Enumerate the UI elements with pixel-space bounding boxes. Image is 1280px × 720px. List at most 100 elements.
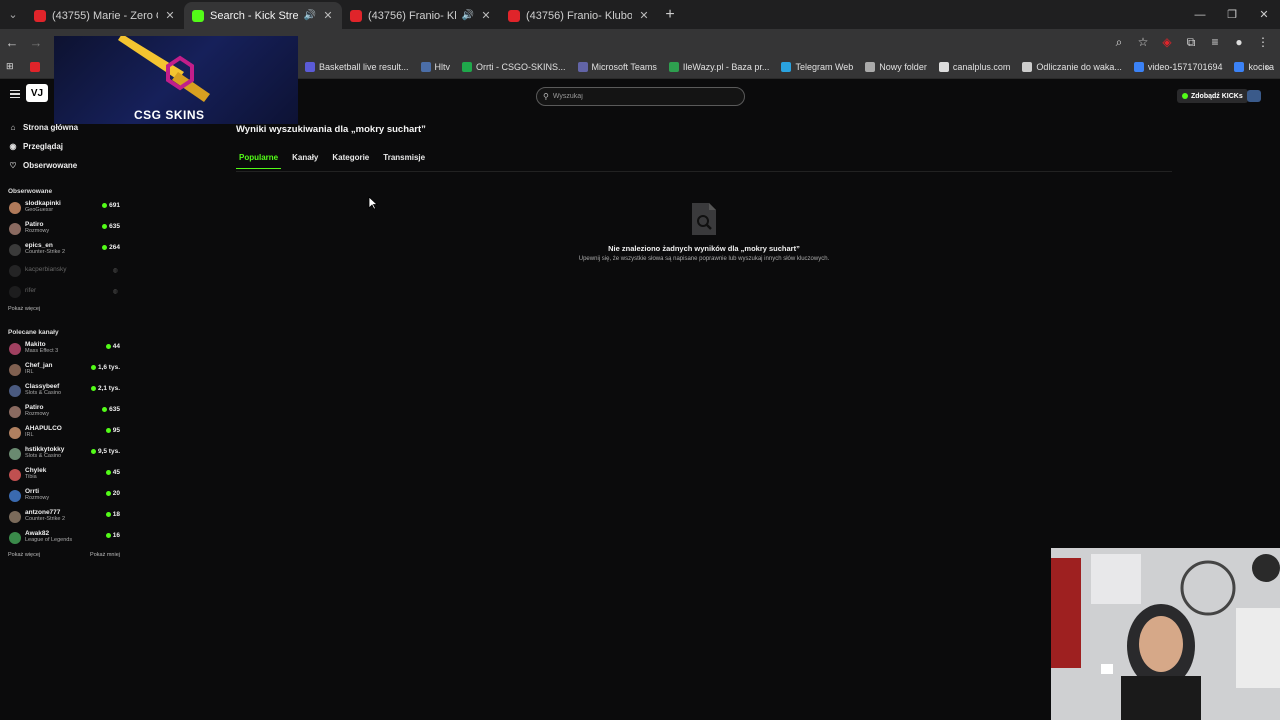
back-arrow-icon[interactable]: ← xyxy=(0,30,24,54)
viewer-count-value: 18 xyxy=(112,511,120,518)
live-dot-icon xyxy=(105,344,111,349)
channel-avatar xyxy=(9,531,21,544)
restore-icon[interactable]: ❐ xyxy=(1216,0,1248,29)
viewer-count-value: 635 xyxy=(109,406,120,413)
bookmark-item[interactable]: Hltv xyxy=(415,61,457,72)
forward-arrow-icon[interactable]: → xyxy=(24,30,48,54)
channel-row[interactable]: Classybeef Slots & Casino 2,1 tys. xyxy=(0,380,126,401)
live-dot-icon xyxy=(105,470,111,475)
get-kicks-label: Zdobądź KICKs xyxy=(1191,92,1243,100)
bookmark-star-icon[interactable]: ☆ xyxy=(1132,31,1154,53)
viewer-count-value: 691 xyxy=(109,202,120,209)
channel-avatar xyxy=(9,468,21,481)
mouse-cursor-icon xyxy=(368,196,378,210)
tab-kategorie[interactable]: Kategorie xyxy=(329,150,372,169)
extension-red-icon[interactable]: ◈ xyxy=(1156,31,1178,53)
tab-popularne[interactable]: Popularne xyxy=(236,150,282,169)
sidebar-nav-item[interactable]: ♡ Obserwowane xyxy=(0,156,126,175)
channel-text: rifer xyxy=(25,287,126,295)
channel-row[interactable]: Patiro Rozmowy 635 xyxy=(0,218,126,239)
live-dot-icon xyxy=(102,203,108,208)
channel-row[interactable]: hstikkytokky Slots & Casino 9,5 tys. xyxy=(0,443,126,464)
channel-row[interactable]: kacperbiansky ◍ xyxy=(0,260,126,281)
search-input[interactable] xyxy=(552,93,733,100)
channel-text: kacperbiansky xyxy=(25,266,126,274)
tab-audio-icon[interactable]: 🔊 xyxy=(304,10,316,21)
followed-show-more-link[interactable]: Pokaż więcej xyxy=(8,306,40,312)
youtube-favicon-icon xyxy=(508,9,520,22)
browser-tab[interactable]: (43756) Franio- Klubowa (P 🔊 ✕ xyxy=(342,2,500,29)
bookmark-item[interactable]: Nowy folder xyxy=(859,61,933,72)
menu-kebab-icon[interactable]: ⋮ xyxy=(1252,31,1274,53)
extensions-puzzle-icon[interactable]: ⧉ xyxy=(1180,31,1202,53)
bookmark-favicon-icon xyxy=(668,61,679,72)
hamburger-menu-icon[interactable] xyxy=(10,90,20,98)
user-avatar[interactable] xyxy=(1247,90,1261,102)
channel-row[interactable]: AHAPULCO IRL 95 xyxy=(0,422,126,443)
tab-kanały[interactable]: Kanały xyxy=(289,150,321,169)
channel-row[interactable]: Awak82 League of Legends 16 xyxy=(0,527,126,548)
knife-graphic-icon xyxy=(118,36,210,102)
tab-close-icon[interactable]: ✕ xyxy=(164,9,176,22)
viewer-count: 95 xyxy=(105,427,120,434)
live-dot-icon xyxy=(102,245,108,250)
channel-row[interactable]: Orrti Rozmowy 20 xyxy=(0,485,126,506)
bookmark-item[interactable]: Telegram Web xyxy=(775,61,859,72)
bookmark-item[interactable]: IleWazy.pl - Baza pr... xyxy=(663,61,776,72)
channel-row[interactable]: Patiro Rozmowy 635 xyxy=(0,401,126,422)
viewer-count-value: 635 xyxy=(109,223,120,230)
channel-avatar xyxy=(9,201,21,214)
tab-close-icon[interactable]: ✕ xyxy=(638,9,650,22)
bookmarks-overflow-icon[interactable]: » xyxy=(1259,62,1276,72)
csgo-skins-ad-overlay[interactable]: CSG SKINS xyxy=(54,36,298,124)
tab-search-dropdown-icon[interactable]: ⌄ xyxy=(0,0,26,29)
viewer-count-value: 95 xyxy=(112,427,120,434)
bookmark-item[interactable]: Microsoft Teams xyxy=(572,61,663,72)
bookmark-item[interactable]: video-1571701694 xyxy=(1128,61,1229,72)
bookmark-item[interactable]: canalplus.com xyxy=(933,61,1017,72)
minimize-icon[interactable]: — xyxy=(1184,0,1216,29)
tab-close-icon[interactable]: ✕ xyxy=(480,9,492,22)
viewer-count-value: 9,5 tys. xyxy=(97,448,120,455)
tabs-divider xyxy=(236,171,1172,172)
close-window-icon[interactable]: ✕ xyxy=(1248,0,1280,29)
profile-icon[interactable]: ● xyxy=(1228,31,1250,53)
channel-row[interactable]: slodkapinki GeoGuessr 691 xyxy=(0,197,126,218)
channel-row[interactable]: Makito Mass Effect 3 44 xyxy=(0,338,126,359)
ad-brand-text: CSG SKINS xyxy=(134,108,205,122)
channel-row[interactable]: rifer ◍ xyxy=(0,281,126,302)
viewer-count-value: 45 xyxy=(112,469,120,476)
browser-tab[interactable]: (43755) Marie - Zero Calorie Co ✕ xyxy=(26,2,184,29)
apps-grid-icon[interactable]: ⊞ xyxy=(0,61,24,72)
browser-tab[interactable]: Search - Kick Streaming 🔊 ✕ xyxy=(184,2,342,29)
channel-row[interactable]: antzone777 Counter-Strike 2 18 xyxy=(0,506,126,527)
bookmark-label: Hltv xyxy=(434,61,451,72)
channel-avatar xyxy=(9,510,21,523)
browser-tab[interactable]: (43756) Franio- Klubowa (Prod ✕ xyxy=(500,2,658,29)
offline-icon: ◍ xyxy=(112,268,118,274)
bookmark-item[interactable]: Orrti - CSGO-SKINS... xyxy=(456,61,572,72)
viewer-count: 9,5 tys. xyxy=(90,448,120,455)
bookmark-youtube-icon[interactable] xyxy=(24,61,46,72)
zoom-icon[interactable]: ⌕ xyxy=(1108,31,1130,53)
tab-transmisje[interactable]: Transmisje xyxy=(380,150,428,169)
channel-row[interactable]: Chef_jan IRL 1,6 tys. xyxy=(0,359,126,380)
bookmark-item[interactable]: Odliczanie do waka... xyxy=(1016,61,1128,72)
sidebar-nav-item[interactable]: ◉ Przeglądaj xyxy=(0,137,126,156)
media-control-icon[interactable]: ≡ xyxy=(1204,31,1226,53)
live-dot-icon xyxy=(105,512,111,517)
bookmark-favicon-icon xyxy=(420,61,431,72)
new-tab-button[interactable]: + xyxy=(658,6,682,24)
get-kicks-button[interactable]: Zdobądź KICKs xyxy=(1177,89,1248,103)
recommended-show-less-link[interactable]: Pokaż mniej xyxy=(90,552,120,558)
bookmark-item[interactable]: Basketball live result... xyxy=(299,61,415,72)
bookmark-label: Orrti - CSGO-SKINS... xyxy=(476,61,566,72)
tab-audio-icon[interactable]: 🔊 xyxy=(462,10,474,21)
tab-close-icon[interactable]: ✕ xyxy=(322,9,334,22)
search-bar[interactable]: ⚲ xyxy=(536,87,745,106)
recommended-show-more-link[interactable]: Pokaż więcej xyxy=(8,552,40,558)
viewer-count: 44 xyxy=(105,343,120,350)
sidebar-nav-label: Strona główna xyxy=(23,123,79,132)
channel-row[interactable]: epics_en Counter-Strike 2 264 xyxy=(0,239,126,260)
channel-row[interactable]: Chylek Tibia 45 xyxy=(0,464,126,485)
